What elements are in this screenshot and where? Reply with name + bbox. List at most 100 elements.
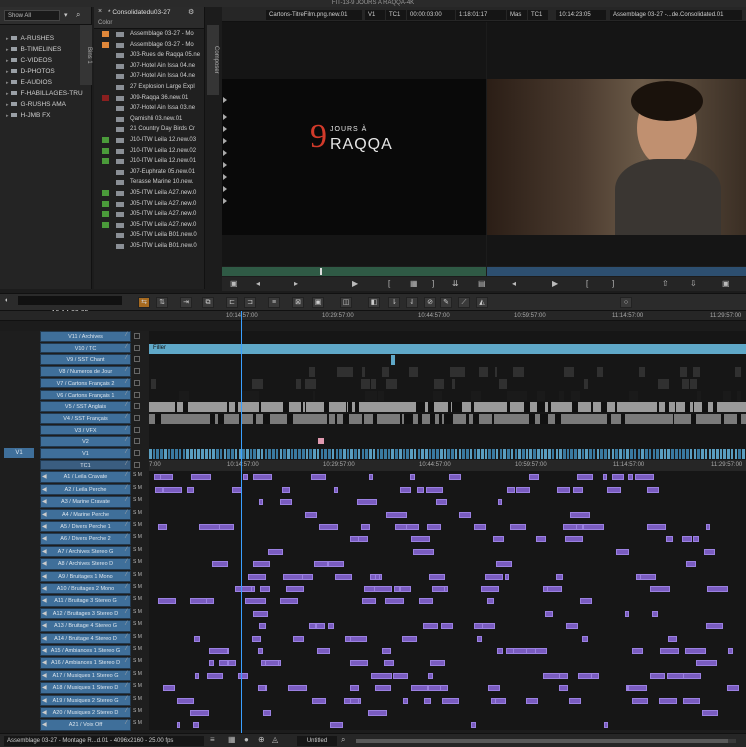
video-clip[interactable] [264,449,268,459]
video-clip[interactable] [566,449,570,459]
dropdown-icon[interactable]: ▾ [64,11,68,19]
video-clip[interactable] [313,449,316,459]
video-clip[interactable] [481,367,485,378]
video-clip[interactable] [313,390,315,401]
track-header[interactable]: A19 / Musiques 2 Stereo G ◀ S M ⁄ [0,694,149,707]
clip-row[interactable]: J09-Raqqa 36.new.01 [94,93,204,104]
composer-tab[interactable]: Composer [207,25,219,95]
clip-row[interactable]: J05-ITW Leila B01.new.0 [94,241,204,252]
video-clip[interactable] [592,449,596,459]
video-clip[interactable] [548,449,551,459]
video-clip[interactable] [249,449,253,459]
video-clip[interactable] [656,449,659,459]
video-clip[interactable] [216,449,219,459]
video-clip[interactable] [309,367,315,378]
solo-mute-buttons[interactable]: S M [133,485,142,491]
folder-item[interactable]: ▸ A-RUSHES [0,33,91,44]
audio-clip[interactable] [543,672,560,679]
monitor-toggle[interactable] [134,414,140,421]
video-clip[interactable] [231,449,234,459]
video-clip[interactable] [151,378,156,389]
track-name[interactable]: A21 / Voix Off [40,719,131,731]
video-clip[interactable] [712,449,715,459]
audio-clip[interactable] [400,486,411,493]
video-clip[interactable] [331,449,335,459]
audio-clip[interactable] [432,586,445,592]
source-track[interactable]: V1 [365,10,385,20]
video-clip[interactable] [452,378,455,389]
audio-clip[interactable] [199,524,220,530]
audio-clip[interactable] [393,672,408,679]
audio-clip[interactable] [190,598,207,605]
trim-button[interactable]: ⇥ [180,297,192,308]
clip-row[interactable]: J07-Euphrate 05.new.01 [94,167,204,178]
track-name[interactable]: A8 / Archives Stereo D [40,558,131,570]
audio-clip[interactable] [413,548,434,555]
video-clip[interactable] [477,449,480,459]
monitor-toggle[interactable] [134,403,140,410]
track-header[interactable]: A16 / Ambiances 1 Stereo D ◀ S M ⁄ [0,657,149,669]
video-clip[interactable] [652,449,656,459]
audio-clip[interactable] [577,474,593,481]
audio-clip[interactable] [248,573,266,580]
video-clip[interactable] [204,449,208,459]
video-clip[interactable] [279,449,283,459]
folder-item[interactable]: ▸ G-RUSHS AMA [0,99,91,110]
audio-clip[interactable] [632,697,648,704]
audio-clip[interactable] [702,710,718,716]
video-clip[interactable] [350,449,353,459]
audio-clip[interactable] [259,623,266,630]
audio-clip[interactable] [681,672,701,679]
audio-clip[interactable] [693,536,699,543]
solo-mute-buttons[interactable]: S M [133,621,142,627]
speaker-icon[interactable]: ◀ [42,672,47,679]
waveform-icon[interactable]: ⁄ [126,720,127,726]
expand-arrow-icon[interactable]: ▸ [6,111,9,122]
track-header[interactable]: A2 / Leila Perche ◀ S M ⁄ [0,483,149,496]
audio-clip[interactable] [424,697,431,704]
video-clip[interactable] [382,367,389,378]
video-clip[interactable] [253,449,257,459]
track-name[interactable]: A10 / Bruitages 2 Mono [40,583,131,595]
splice-in-button[interactable]: ⇂ [388,297,400,308]
video-clip[interactable] [182,449,186,459]
solo-mute-buttons[interactable]: S M [133,696,142,702]
track-header[interactable]: A13 / Bruitage 4 Stereo G ◀ S M ⁄ [0,620,149,632]
audio-clip[interactable] [573,486,583,493]
video-clip[interactable] [437,390,442,401]
audio-clip[interactable] [481,586,499,592]
video-clip[interactable] [507,449,510,459]
speaker-icon[interactable]: ◀ [42,597,47,604]
audio-clip[interactable] [253,610,268,617]
video-clip[interactable] [510,449,514,459]
track-lock-icon[interactable]: ⁄ [126,391,127,397]
video-clip[interactable] [639,367,645,378]
record-icon[interactable]: ● [244,735,249,744]
audio-clip[interactable] [706,623,723,630]
mark-out-bracket-icon[interactable]: ] [432,279,434,288]
split-button[interactable]: ⊠ [292,297,304,308]
speaker-icon[interactable]: ◀ [42,684,47,691]
audio-clip[interactable] [305,511,317,518]
video-clip[interactable] [391,355,395,366]
waveform-icon[interactable]: ⁄ [126,559,127,565]
video-clip[interactable] [305,449,309,459]
audio-clip[interactable] [163,685,175,692]
video-clip[interactable] [584,378,588,389]
track-name[interactable]: A18 / Musiques 1 Stereo D [40,682,131,694]
audio-clip[interactable] [640,573,656,580]
audio-clip[interactable] [583,524,604,530]
folder-item[interactable]: ▸ D-PHOTOS [0,66,91,77]
audio-clip[interactable] [253,474,272,481]
video-clip[interactable] [682,378,689,389]
audio-clip[interactable] [335,573,352,580]
audio-clip[interactable] [288,685,307,692]
video-clip[interactable] [320,449,324,459]
video-clip[interactable] [674,449,678,459]
audio-clip[interactable] [406,524,419,530]
video-clip[interactable] [163,449,167,459]
video-clip[interactable] [439,449,443,459]
video-clip[interactable] [193,449,197,459]
audio-clip[interactable] [419,598,433,605]
video-clip[interactable] [735,367,741,378]
